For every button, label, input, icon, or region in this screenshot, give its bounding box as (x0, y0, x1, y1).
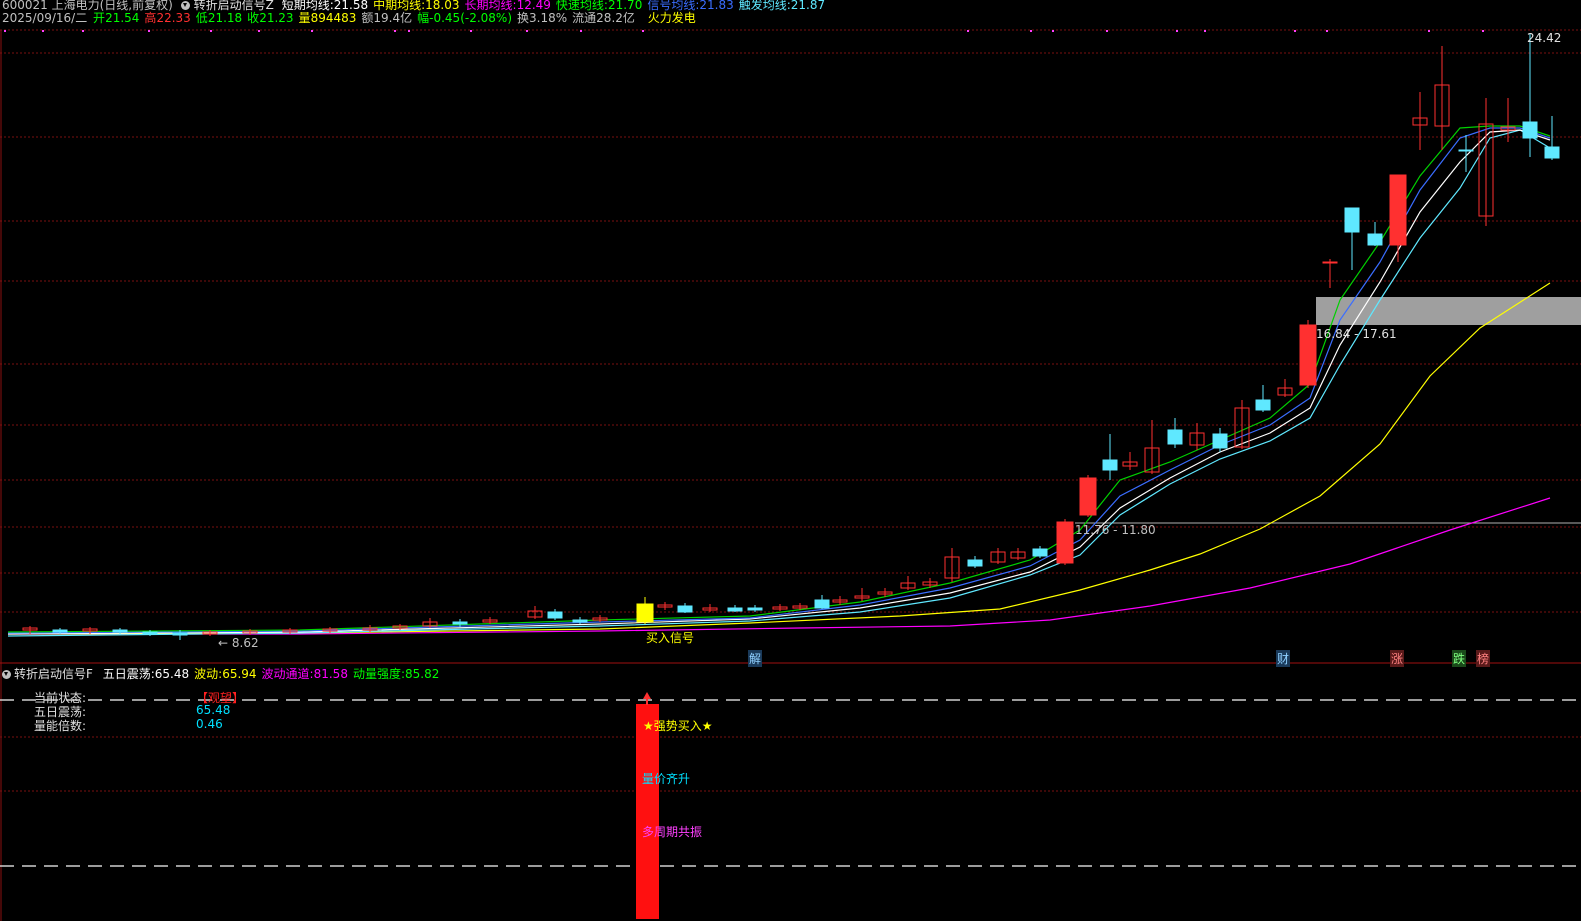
candle-body (52, 629, 68, 633)
indicator-legend: 五日震荡:65.48 波动:65.94 波动通道:81.58 动量强度:85.82 (103, 667, 445, 681)
min-price-label: ← 8.62 (218, 636, 259, 650)
top-marker-dot (642, 30, 644, 32)
top-marker-dot (42, 30, 44, 32)
zone-lower-label: 11.76 - 11.80 (1075, 523, 1156, 537)
indicator-item-value: 85.82 (405, 667, 440, 681)
candle-body (142, 631, 158, 635)
candle-body (814, 599, 830, 609)
indicator-item-label: 动量强度: (352, 667, 405, 681)
candle-body (547, 611, 563, 619)
top-marker-dot (1326, 30, 1328, 32)
top-marker-dot (258, 30, 260, 32)
indicator-item-1: 波动:65.94 (194, 667, 256, 681)
candle-body (572, 619, 588, 623)
top-marker-dot (4, 30, 6, 32)
max-price-label: 24.42 (1527, 31, 1562, 45)
candle-body (1458, 149, 1474, 152)
volume-ratio-value: 0.46 (196, 717, 223, 731)
indicator-item-value: 81.58 (313, 667, 348, 681)
volume-ratio-label: 量能倍数: (34, 719, 87, 733)
ma-short-line (7, 129, 1551, 635)
candle-body (967, 559, 983, 567)
top-marker-dot (148, 30, 150, 32)
candle-body (1167, 429, 1183, 445)
top-marker-dot (394, 30, 396, 32)
top-marker-dot (580, 30, 582, 32)
event-marker-cai[interactable]: 财 (1276, 650, 1291, 667)
top-marker-dot (470, 30, 472, 32)
top-marker-dot (1294, 30, 1296, 32)
ma-long-line (8, 497, 1551, 635)
candle-body (1389, 174, 1407, 246)
candle-body (636, 603, 654, 623)
event-marker-die[interactable]: 跌 (1452, 650, 1467, 667)
top-marker-dot (1052, 30, 1054, 32)
min-price-value: 8.62 (231, 636, 259, 650)
candle-body (1522, 121, 1538, 139)
top-marker-dot (1482, 30, 1484, 32)
candle-body (727, 607, 743, 612)
indicator-panel-header: 转折启动信号F 五日震荡:65.48 波动:65.94 波动通道:81.58 动量强度… (2, 665, 450, 682)
indicator-item-3: 动量强度:85.82 (353, 667, 439, 681)
multi-cycle-label: 多周期共振 (642, 825, 703, 839)
top-marker-dot (311, 30, 313, 32)
candle-body (1367, 233, 1383, 246)
candle-body (1299, 324, 1317, 386)
top-marker-dot (1176, 30, 1178, 32)
candle-body (1079, 477, 1097, 516)
indicator-item-label: 波动: (194, 667, 223, 681)
buy-signal-label: 买入信号 (646, 631, 695, 645)
indicator-panel-collapse-icon[interactable] (2, 670, 11, 679)
indicator-item-label: 波动通道: (261, 667, 314, 681)
indicator-panel-name[interactable]: 转折启动信号F (14, 667, 93, 681)
top-marker-dot (408, 30, 410, 32)
ma-signal-line (7, 127, 1551, 634)
candle-body (172, 632, 188, 636)
volume-price-label: 量价齐升 (642, 772, 691, 786)
candle-body (1212, 433, 1228, 449)
candle-body (112, 629, 128, 633)
event-marker-bang[interactable]: 榜 (1476, 650, 1491, 667)
candle-body (1032, 548, 1048, 557)
top-marker-dot (967, 30, 969, 32)
top-marker-dot (1106, 30, 1108, 32)
candle-body (1544, 146, 1560, 159)
candle-body (1344, 207, 1360, 233)
event-marker-zhang[interactable]: 涨 (1390, 650, 1405, 667)
top-marker-dot (82, 30, 84, 32)
top-marker-dot (1204, 30, 1206, 32)
zone-upper-label: 16.84 - 17.61 (1316, 327, 1397, 341)
top-marker-dot (526, 30, 528, 32)
kline-chart[interactable] (0, 0, 1581, 921)
event-marker-jie[interactable]: 解 (748, 650, 763, 667)
indicator-item-0: 五日震荡:65.48 (103, 667, 189, 681)
indicator-item-2: 波动通道:81.58 (262, 667, 348, 681)
candle-body (452, 621, 468, 625)
candle-body (1255, 399, 1271, 411)
candle-body (677, 605, 693, 613)
ma-fast-line (7, 125, 1551, 633)
candle-body (1102, 459, 1118, 471)
top-marker-dot (210, 30, 212, 32)
candle-body (1322, 261, 1338, 264)
indicator-item-value: 65.48 (154, 667, 190, 681)
candle-body (747, 607, 763, 611)
indicator-item-label: 五日震荡: (102, 667, 155, 681)
wuri-value: 65.48 (196, 703, 231, 717)
indicator-item-value: 65.94 (222, 667, 257, 681)
strong-buy-label: ★强势买入★ (643, 719, 713, 733)
top-marker-dot (1030, 30, 1032, 32)
ma-trigger-line (7, 129, 1551, 637)
candle-body (1056, 521, 1074, 564)
buy-signal-bar (636, 704, 659, 919)
top-marker-dot (1428, 30, 1430, 32)
